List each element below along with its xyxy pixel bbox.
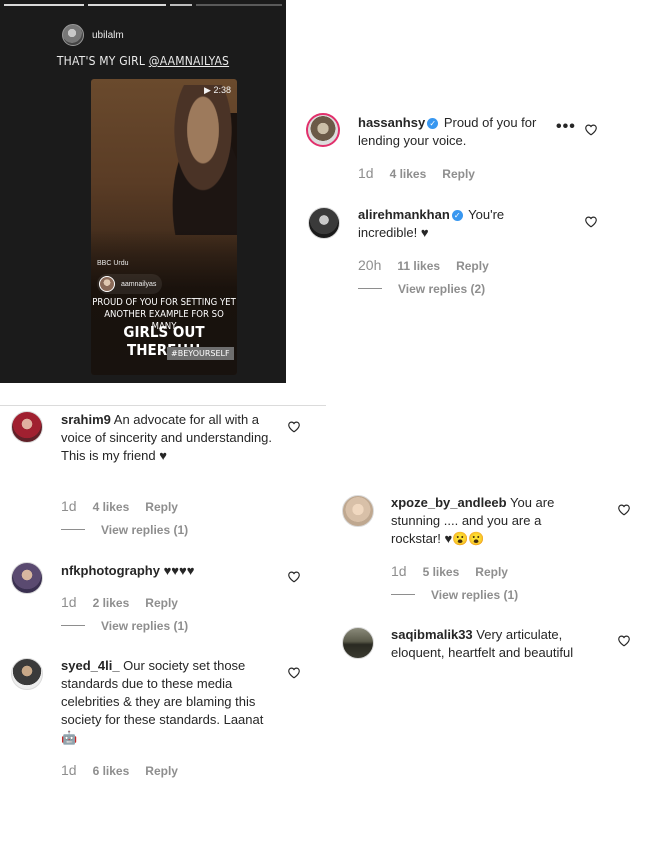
view-replies-label[interactable]: View replies (1) xyxy=(101,523,188,537)
comment-username[interactable]: nfkphotography xyxy=(61,563,160,578)
comment-likes[interactable]: 11 likes xyxy=(397,259,440,273)
comment-meta: 1d 4 likes Reply xyxy=(358,165,475,181)
heart-outline-icon[interactable] xyxy=(584,123,598,136)
comment-likes[interactable]: 4 likes xyxy=(93,500,130,514)
verified-badge-icon: ✓ xyxy=(451,210,463,221)
verified-badge-icon: ✓ xyxy=(427,118,439,129)
comment-body: nfkphotography ♥♥♥♥ xyxy=(61,562,276,580)
avatar[interactable] xyxy=(11,658,43,690)
avatar[interactable] xyxy=(306,113,340,147)
heart-outline-icon[interactable] xyxy=(584,215,598,228)
story-panel[interactable]: ubilalm THAT'S MY GIRL @AAMNAILYAS ▶ 2:3… xyxy=(0,0,286,383)
reply-button[interactable]: Reply xyxy=(145,764,178,778)
replies-line xyxy=(61,529,85,530)
view-replies-button[interactable]: View replies (1) xyxy=(391,588,518,602)
more-options-icon[interactable]: ••• xyxy=(556,118,576,136)
story-header[interactable]: ubilalm xyxy=(62,24,124,46)
heart-outline-icon[interactable] xyxy=(617,634,631,647)
comment-username[interactable]: xpoze_by_andleeb xyxy=(391,495,507,510)
comment-time[interactable]: 20h xyxy=(358,257,381,273)
comment-meta: 1d 6 likes Reply xyxy=(61,762,178,778)
avatar[interactable] xyxy=(342,495,374,527)
view-replies-label[interactable]: View replies (1) xyxy=(101,619,188,633)
comment-username[interactable]: hassanhsy xyxy=(358,115,425,130)
mention-avatar xyxy=(99,276,115,292)
view-replies-button[interactable]: View replies (2) xyxy=(358,282,485,296)
comment-time[interactable]: 1d xyxy=(358,165,374,181)
video-duration: ▶ 2:38 xyxy=(204,85,231,96)
comment-body: saqibmalik33 Very articulate, eloquent, … xyxy=(391,626,606,662)
heart-outline-icon[interactable] xyxy=(617,503,631,516)
comment-text: ♥♥♥♥ xyxy=(163,563,195,578)
mention-username: aamnailyas xyxy=(121,280,157,288)
caption-text: THAT'S MY GIRL xyxy=(56,54,149,68)
caption-mention[interactable]: @AAMNAILYAS xyxy=(149,54,229,68)
comment-username[interactable]: syed_4li_ xyxy=(61,658,120,673)
comment-time[interactable]: 1d xyxy=(391,563,407,579)
hashtag-sticker[interactable]: #BEYOURSELF xyxy=(167,347,234,360)
reply-button[interactable]: Reply xyxy=(145,596,178,610)
shared-video-card[interactable]: ▶ 2:38 BBC Urdu aamnailyas PROUD OF YOU … xyxy=(91,79,237,375)
comment-body: xpoze_by_andleeb You are stunning .... a… xyxy=(391,494,591,548)
view-replies-button[interactable]: View replies (1) xyxy=(61,619,188,633)
story-progress-segment xyxy=(88,4,166,6)
avatar[interactable] xyxy=(62,24,84,46)
comment-username[interactable]: saqibmalik33 xyxy=(391,627,473,642)
comment-meta: 1d 5 likes Reply xyxy=(391,563,508,579)
video-thumbnail-figure xyxy=(153,85,237,235)
comment-time[interactable]: 1d xyxy=(61,498,77,514)
comment-likes[interactable]: 2 likes xyxy=(93,596,130,610)
replies-line xyxy=(358,288,382,289)
comment-likes[interactable]: 5 likes xyxy=(423,565,460,579)
source-label: BBC Urdu xyxy=(97,260,129,267)
comment-likes[interactable]: 4 likes xyxy=(390,167,427,181)
reply-button[interactable]: Reply xyxy=(442,167,475,181)
comment-meta: 1d 4 likes Reply xyxy=(61,498,178,514)
heart-outline-icon[interactable] xyxy=(287,570,301,583)
story-progress-segment xyxy=(4,4,84,6)
view-replies-label[interactable]: View replies (2) xyxy=(398,282,485,296)
story-caption: THAT'S MY GIRL @AAMNAILYAS xyxy=(0,54,286,68)
comment-likes[interactable]: 6 likes xyxy=(93,764,130,778)
comment-username[interactable]: srahim9 xyxy=(61,412,111,427)
comment-body: hassanhsy ✓ Proud of you for lending your… xyxy=(358,114,558,150)
heart-outline-icon[interactable] xyxy=(287,420,301,433)
avatar[interactable] xyxy=(11,411,43,443)
play-icon: ▶ xyxy=(204,85,211,95)
comment-meta: 20h 11 likes Reply xyxy=(358,257,489,273)
reply-button[interactable]: Reply xyxy=(145,500,178,514)
divider xyxy=(0,405,326,406)
avatar[interactable] xyxy=(342,627,374,659)
replies-line xyxy=(391,594,415,595)
comment-meta: 1d 2 likes Reply xyxy=(61,594,178,610)
reply-button[interactable]: Reply xyxy=(475,565,508,579)
duration-label: 2:38 xyxy=(213,85,231,95)
mention-sticker[interactable]: aamnailyas xyxy=(97,274,163,294)
view-replies-button[interactable]: View replies (1) xyxy=(61,523,188,537)
story-progress-segment xyxy=(196,4,282,6)
comment-time[interactable]: 1d xyxy=(61,762,77,778)
replies-line xyxy=(61,625,85,626)
view-replies-label[interactable]: View replies (1) xyxy=(431,588,518,602)
comment-body: srahim9 An advocate for all with a voice… xyxy=(61,411,276,465)
heart-outline-icon[interactable] xyxy=(287,666,301,679)
comment-time[interactable]: 1d xyxy=(61,594,77,610)
comment-username[interactable]: alirehmankhan xyxy=(358,207,450,222)
avatar[interactable] xyxy=(308,207,340,239)
comment-body: alirehmankhan ✓ You're incredible! ♥ xyxy=(358,206,558,242)
comment-body: syed_4li_ Our society set those standard… xyxy=(61,657,276,747)
story-progress-segment xyxy=(170,4,192,6)
story-username[interactable]: ubilalm xyxy=(92,30,124,41)
avatar[interactable] xyxy=(11,562,43,594)
reply-button[interactable]: Reply xyxy=(456,259,489,273)
